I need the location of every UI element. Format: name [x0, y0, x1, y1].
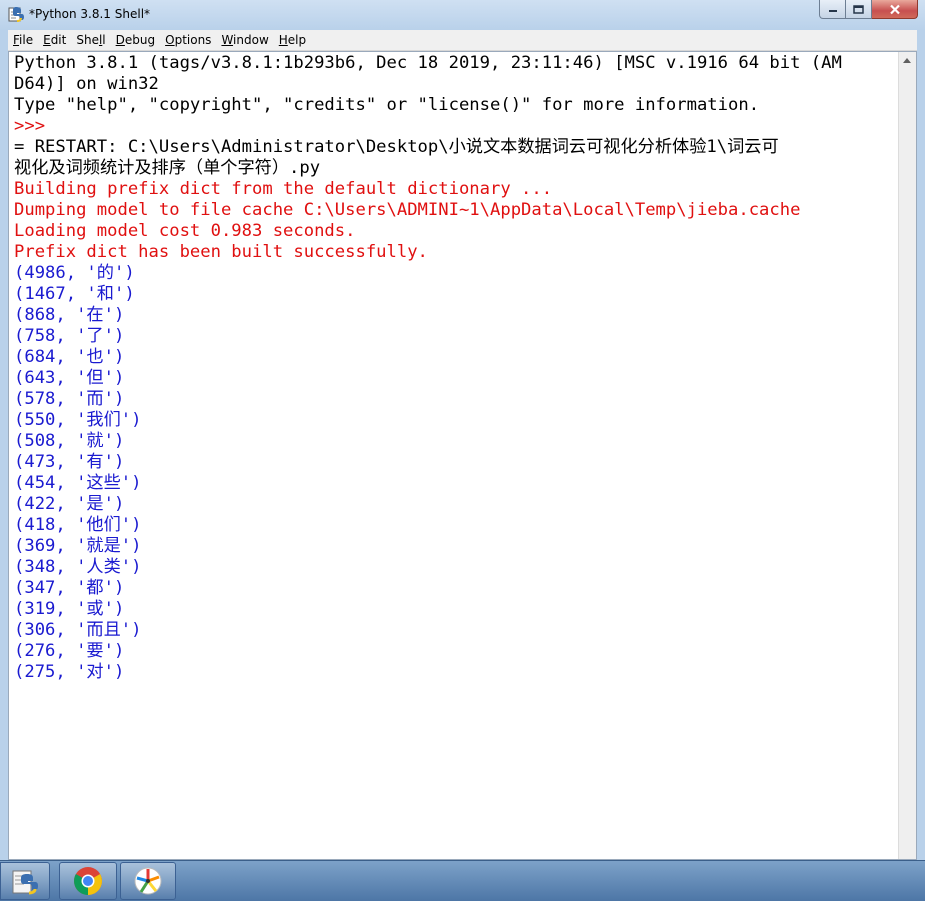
chrome-icon — [74, 867, 102, 895]
shell-line: (4986, '的') — [14, 263, 135, 283]
pinwheel-app-icon — [134, 867, 162, 895]
shell-line: (868, '在') — [14, 305, 125, 325]
shell-line: (643, '但') — [14, 368, 125, 388]
shell-line: (550, '我们') — [14, 410, 142, 430]
shell-line: (684, '也') — [14, 347, 125, 367]
shell-line: Type "help", "copyright", "credits" or "… — [14, 95, 760, 115]
shell-line: (347, '都') — [14, 578, 125, 598]
shell-line: (473, '有') — [14, 452, 125, 472]
maximize-icon — [853, 4, 864, 14]
shell-line: (276, '要') — [14, 641, 125, 661]
title-bar[interactable]: *Python 3.8.1 Shell* — [0, 0, 925, 30]
shell-line: D64)] on win32 — [14, 74, 159, 94]
shell-text-area[interactable]: Python 3.8.1 (tags/v3.8.1:1b293b6, Dec 1… — [8, 51, 917, 860]
shell-prompt: >>> — [14, 116, 46, 136]
shell-line: (348, '人类') — [14, 557, 142, 577]
scroll-up-arrow-icon[interactable] — [903, 58, 911, 63]
python-idle-icon — [12, 870, 38, 895]
minimize-icon — [828, 10, 837, 12]
window-title: *Python 3.8.1 Shell* — [29, 7, 151, 21]
shell-line: Python 3.8.1 (tags/v3.8.1:1b293b6, Dec 1… — [14, 53, 842, 73]
shell-output: Python 3.8.1 (tags/v3.8.1:1b293b6, Dec 1… — [14, 53, 894, 683]
shell-line: 视化及词频统计及排序（单个字符）.py — [14, 158, 321, 178]
menu-edit[interactable]: Edit — [38, 33, 71, 47]
shell-line: (454, '这些') — [14, 473, 142, 493]
taskbar-python-button[interactable] — [0, 862, 50, 900]
maximize-button[interactable] — [846, 0, 872, 19]
shell-line: Dumping model to file cache C:\Users\ADM… — [14, 200, 801, 220]
menu-bar: File Edit Shell Debug Options Window Hel… — [8, 30, 917, 51]
shell-line: (508, '就') — [14, 431, 125, 451]
shell-line: = RESTART: C:\Users\Administrator\Deskto… — [14, 137, 779, 157]
menu-help[interactable]: Help — [274, 33, 311, 47]
shell-line: (418, '他们') — [14, 515, 142, 535]
window-controls — [819, 0, 918, 19]
menu-debug[interactable]: Debug — [111, 33, 160, 47]
python-idle-icon — [8, 7, 24, 22]
taskbar-pinwheel-button[interactable] — [120, 862, 176, 900]
shell-line: (319, '或') — [14, 599, 125, 619]
shell-line: Loading model cost 0.983 seconds. — [14, 221, 356, 241]
menu-shell[interactable]: Shell — [71, 33, 110, 47]
taskbar-chrome-button[interactable] — [59, 862, 117, 900]
shell-line: Building prefix dict from the default di… — [14, 179, 553, 199]
shell-line: (578, '而') — [14, 389, 125, 409]
vertical-scrollbar[interactable] — [898, 52, 916, 859]
shell-line: Prefix dict has been built successfully. — [14, 242, 428, 262]
shell-line: (758, '了') — [14, 326, 125, 346]
shell-line: (275, '对') — [14, 662, 125, 682]
menu-window[interactable]: Window — [216, 33, 273, 47]
shell-line: (422, '是') — [14, 494, 125, 514]
shell-line: (369, '就是') — [14, 536, 142, 556]
shell-line: (1467, '和') — [14, 284, 135, 304]
taskbar — [0, 860, 925, 901]
minimize-button[interactable] — [819, 0, 846, 19]
shell-line: (306, '而且') — [14, 620, 142, 640]
idle-shell-window: *Python 3.8.1 Shell* File Edit Shell Deb… — [0, 0, 925, 860]
menu-options[interactable]: Options — [160, 33, 216, 47]
close-button[interactable] — [872, 0, 918, 19]
menu-file[interactable]: File — [8, 33, 38, 47]
close-icon — [889, 4, 900, 14]
